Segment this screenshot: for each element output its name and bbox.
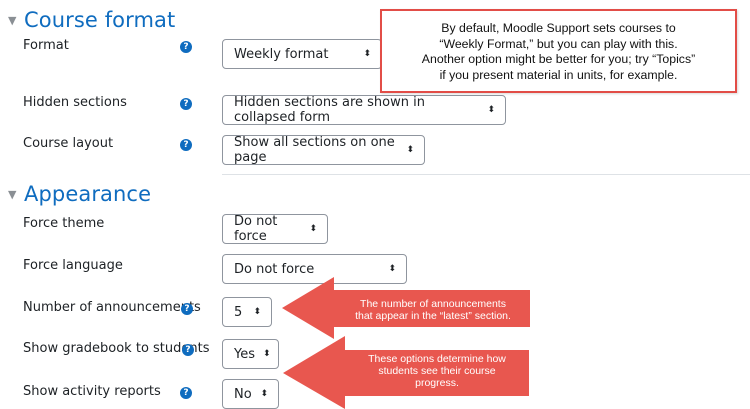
note-line: if you present material in units, for ex… [439, 67, 678, 82]
hidden-sections-select[interactable]: Hidden sections are shown in collapsed f… [222, 95, 506, 125]
course-layout-select-value: Show all sections on one page [234, 135, 395, 165]
note-line: “Weekly Format,” but you can play with t… [439, 36, 678, 51]
up-down-arrows-icon: ⬍ [309, 224, 317, 234]
question-circle-icon[interactable]: ? [181, 303, 193, 315]
activity-reports-label: Show activity reports [23, 384, 161, 399]
caret-down-icon[interactable]: ▼ [8, 14, 24, 27]
up-down-arrows-icon: ⬍ [406, 145, 414, 155]
format-select[interactable]: Weekly format ⬍ [222, 39, 382, 69]
course-layout-label: Course layout [23, 136, 114, 151]
force-language-label: Force language [23, 258, 123, 273]
progress-callout-text: These options determine how students see… [346, 353, 528, 389]
activity-reports-select[interactable]: No ⬍ [222, 379, 279, 409]
hidden-sections-label: Hidden sections [23, 95, 127, 110]
section-heading[interactable]: Appearance [24, 182, 151, 206]
format-select-value: Weekly format [234, 46, 329, 62]
caret-down-icon[interactable]: ▼ [8, 188, 24, 201]
force-theme-select-value: Do not force [234, 214, 278, 244]
callout-line: students see their course [378, 365, 496, 377]
note-line: By default, Moodle Support sets courses … [441, 21, 676, 35]
up-down-arrows-icon: ⬍ [388, 264, 396, 274]
callout-line: progress. [415, 377, 459, 389]
question-circle-icon[interactable]: ? [180, 41, 192, 53]
section-course-format[interactable]: ▼ Course format [8, 8, 175, 32]
question-circle-icon[interactable]: ? [180, 139, 192, 151]
hidden-sections-select-value: Hidden sections are shown in collapsed f… [234, 95, 425, 125]
section-heading[interactable]: Course format [24, 8, 175, 32]
activity-reports-select-value: No [234, 386, 252, 402]
announcements-label: Number of announcements [23, 300, 201, 315]
question-circle-icon[interactable]: ? [180, 98, 192, 110]
up-down-arrows-icon: ⬍ [263, 349, 271, 359]
gradebook-select[interactable]: Yes ⬍ [222, 339, 279, 369]
up-down-arrows-icon: ⬍ [363, 49, 371, 59]
callout-line: These options determine how [368, 353, 506, 365]
gradebook-select-value: Yes [234, 346, 255, 362]
up-down-arrows-icon: ⬍ [253, 307, 261, 317]
question-circle-icon[interactable]: ? [182, 344, 194, 356]
note-line: Another option might be better for you; … [421, 52, 696, 66]
up-down-arrows-icon: ⬍ [260, 389, 268, 399]
section-divider [222, 174, 750, 175]
course-layout-select[interactable]: Show all sections on one page ⬍ [222, 135, 425, 165]
announcements-callout-text: The number of announcements that appear … [338, 298, 528, 322]
question-circle-icon[interactable]: ? [180, 387, 192, 399]
force-theme-select[interactable]: Do not force ⬍ [222, 214, 328, 244]
format-label: Format [23, 38, 69, 53]
section-appearance[interactable]: ▼ Appearance [8, 182, 151, 206]
format-annotation-note: By default, Moodle Support sets courses … [380, 9, 737, 93]
announcements-select-value: 5 [234, 304, 243, 320]
up-down-arrows-icon: ⬍ [487, 105, 495, 115]
force-language-select-value: Do not force [234, 261, 315, 277]
force-theme-label: Force theme [23, 216, 105, 231]
callout-line: that appear in the “latest” section. [355, 310, 511, 322]
callout-line: The number of announcements [360, 298, 506, 310]
announcements-select[interactable]: 5 ⬍ [222, 297, 272, 327]
